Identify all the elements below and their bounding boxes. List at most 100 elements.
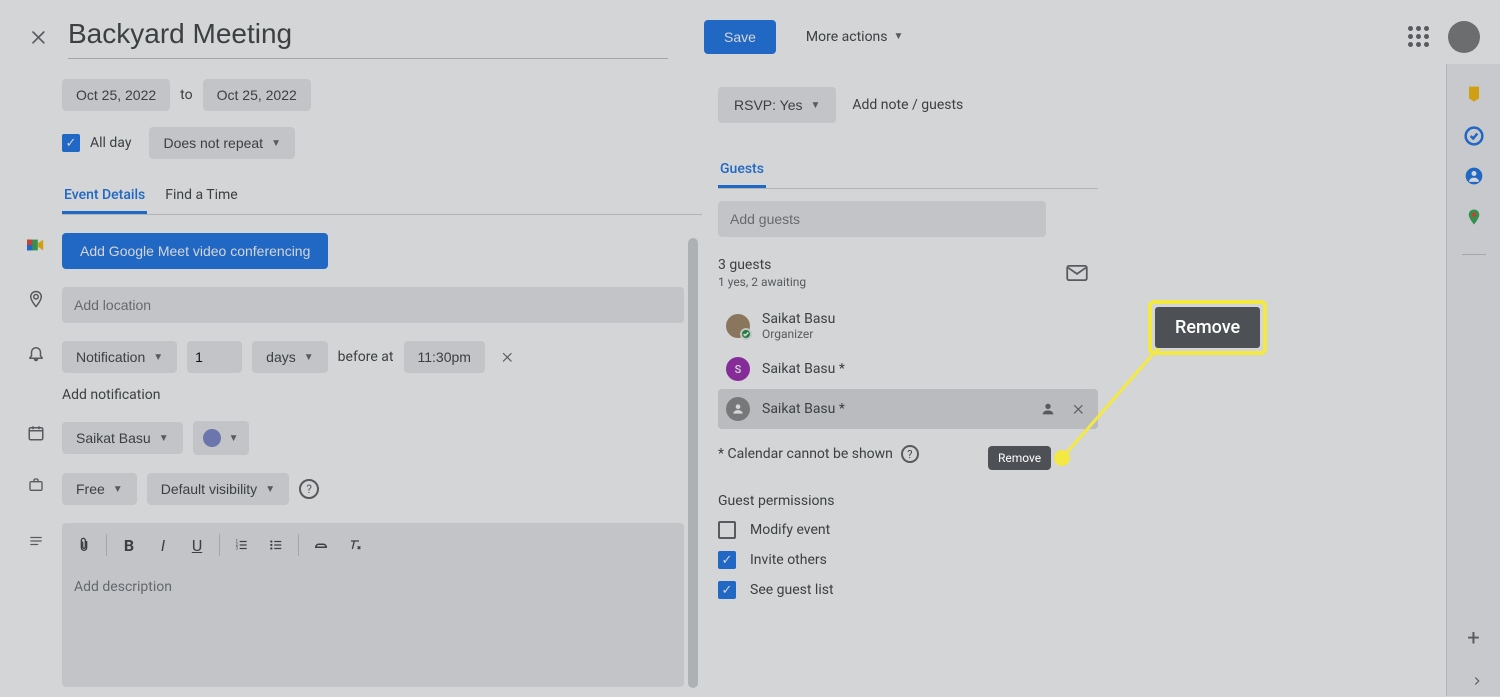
guest-details-button[interactable] [1036, 397, 1060, 421]
bold-button[interactable]: B [113, 529, 145, 561]
calendar-icon [24, 421, 48, 445]
chevron-down-icon: ▼ [113, 484, 123, 495]
date-to-label: to [180, 87, 192, 103]
more-actions-label: More actions [806, 29, 888, 45]
invite-others-checkbox[interactable]: ✓ [718, 551, 736, 569]
guest-permissions-title: Guest permissions [718, 493, 1098, 509]
tab-guests[interactable]: Guests [718, 153, 766, 188]
add-google-meet-button[interactable]: Add Google Meet video conferencing [62, 233, 328, 269]
account-avatar[interactable] [1448, 21, 1480, 53]
underline-button[interactable]: U [181, 529, 213, 561]
annotation-dot [1054, 450, 1070, 466]
guest-avatar: S [726, 357, 750, 381]
bell-icon [24, 341, 48, 365]
annotation-label: Remove [1155, 307, 1260, 348]
tasks-icon[interactable] [1464, 126, 1484, 146]
chevron-down-icon: ▼ [894, 31, 904, 42]
availability-dropdown[interactable]: Free ▼ [62, 473, 137, 505]
notification-type-label: Notification [76, 349, 145, 365]
all-day-label: All day [90, 135, 131, 151]
chevron-down-icon: ▼ [265, 484, 275, 495]
scrollbar[interactable] [688, 238, 698, 688]
save-button[interactable]: Save [704, 20, 776, 54]
guest-row-hovered[interactable]: Saikat Basu * [718, 389, 1098, 429]
remove-guest-button[interactable] [1066, 397, 1090, 421]
add-note-link[interactable]: Add note / guests [852, 97, 963, 113]
notification-unit-dropdown[interactable]: days ▼ [252, 341, 327, 373]
link-button[interactable] [305, 529, 337, 561]
chevron-down-icon: ▼ [153, 352, 163, 363]
before-at-label: before at [338, 349, 394, 365]
guest-name: Saikat Basu [762, 311, 835, 327]
guest-name: Saikat Basu * [762, 361, 845, 377]
see-guest-list-label: See guest list [750, 582, 834, 598]
remove-notification-button[interactable] [495, 345, 519, 369]
side-panel: + [1446, 64, 1500, 696]
chevron-down-icon: ▼ [229, 433, 239, 444]
calendar-owner-label: Saikat Basu [76, 430, 151, 446]
calendar-color-dot [203, 429, 221, 447]
chevron-down-icon: ▼ [304, 352, 314, 363]
event-title-input[interactable] [68, 14, 668, 59]
add-notification-link[interactable]: Add notification [62, 387, 702, 403]
all-day-checkbox[interactable]: ✓ [62, 134, 80, 152]
end-date-picker[interactable]: Oct 25, 2022 [203, 79, 311, 111]
remove-tooltip: Remove [988, 446, 1051, 470]
notification-type-dropdown[interactable]: Notification ▼ [62, 341, 177, 373]
calendar-note-label: * Calendar cannot be shown [718, 446, 893, 462]
location-input[interactable] [62, 287, 684, 323]
rsvp-label: RSVP: Yes [734, 97, 803, 113]
tab-event-details[interactable]: Event Details [62, 179, 147, 214]
numbered-list-button[interactable]: 123 [226, 529, 258, 561]
notification-count-input[interactable] [187, 341, 242, 373]
add-guests-input[interactable] [718, 201, 1046, 237]
guest-row-organizer[interactable]: Saikat Basu Organizer [718, 303, 1098, 349]
collapse-panel-button[interactable] [1470, 674, 1484, 688]
add-addon-button[interactable]: + [1456, 620, 1492, 656]
chevron-down-icon: ▼ [811, 100, 821, 111]
calendar-color-dropdown[interactable]: ▼ [193, 421, 249, 455]
attach-button[interactable] [68, 529, 100, 561]
rsvp-dropdown[interactable]: RSVP: Yes ▼ [718, 87, 836, 123]
description-textarea[interactable]: Add description [62, 567, 684, 687]
contacts-icon[interactable] [1464, 166, 1484, 186]
location-icon [24, 287, 48, 311]
start-date-picker[interactable]: Oct 25, 2022 [62, 79, 170, 111]
more-actions-dropdown[interactable]: More actions ▼ [792, 21, 918, 53]
maps-icon[interactable] [1465, 206, 1483, 228]
google-apps-icon[interactable] [1406, 25, 1430, 49]
description-toolbar: B I U 123 [62, 523, 684, 567]
close-button[interactable] [20, 19, 56, 55]
notification-time-picker[interactable]: 11:30pm [404, 341, 485, 373]
keep-icon[interactable] [1464, 84, 1484, 106]
guest-row[interactable]: S Saikat Basu * [718, 349, 1098, 389]
help-icon[interactable]: ? [901, 445, 919, 463]
notification-unit-label: days [266, 349, 296, 365]
email-guests-button[interactable] [1066, 265, 1088, 281]
check-icon [740, 328, 752, 340]
guest-role: Organizer [762, 327, 835, 341]
see-guest-list-checkbox[interactable]: ✓ [718, 581, 736, 599]
visibility-label: Default visibility [161, 481, 257, 497]
visibility-dropdown[interactable]: Default visibility ▼ [147, 473, 289, 505]
guest-name: Saikat Basu * [762, 401, 845, 417]
availability-label: Free [76, 481, 105, 497]
chevron-down-icon: ▼ [159, 433, 169, 444]
briefcase-icon [24, 473, 48, 497]
guest-status-label: 1 yes, 2 awaiting [718, 275, 806, 289]
modify-event-label: Modify event [750, 522, 830, 538]
svg-text:3: 3 [236, 546, 239, 551]
annotation-callout: Remove [1148, 300, 1267, 355]
italic-button[interactable]: I [147, 529, 179, 561]
tab-find-a-time[interactable]: Find a Time [163, 179, 240, 214]
guest-count-label: 3 guests [718, 257, 806, 273]
modify-event-checkbox[interactable] [718, 521, 736, 539]
repeat-dropdown[interactable]: Does not repeat ▼ [149, 127, 295, 159]
visibility-help-icon[interactable]: ? [299, 479, 319, 499]
clear-formatting-button[interactable] [339, 529, 371, 561]
google-meet-icon [24, 233, 48, 257]
invite-others-label: Invite others [750, 552, 827, 568]
calendar-owner-dropdown[interactable]: Saikat Basu ▼ [62, 422, 183, 454]
chevron-down-icon: ▼ [271, 138, 281, 149]
bullet-list-button[interactable] [260, 529, 292, 561]
